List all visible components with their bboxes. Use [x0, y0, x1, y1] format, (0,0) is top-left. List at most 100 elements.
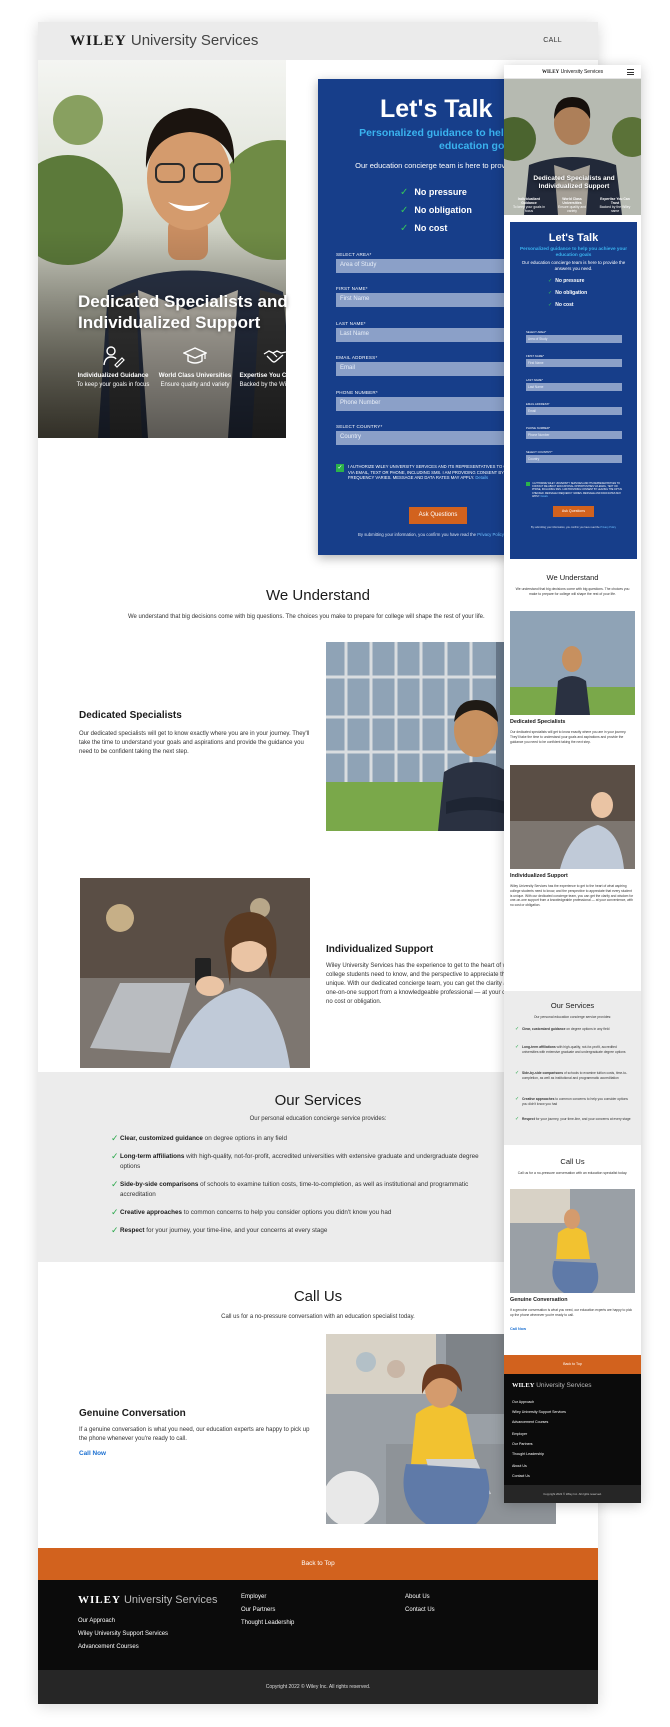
call-link[interactable]: CALL — [543, 37, 562, 44]
mobile-phone-input[interactable]: Phone Number — [526, 431, 622, 439]
feature-desc: Ensure quality and variety — [160, 382, 230, 389]
wiley-logo[interactable]: WILEY University Services — [70, 32, 258, 50]
mobile-country-select[interactable]: Country — [526, 455, 622, 463]
mobile-first-name-input[interactable]: First Name — [526, 359, 622, 367]
mobile-call-now-link[interactable]: Call Now — [510, 1327, 526, 1331]
service-item: ✓ Respect for your journey, your time-lin… — [111, 1225, 490, 1236]
footer-logo[interactable]: WILEY University Services — [78, 1594, 218, 1606]
footer-link[interactable]: About Us — [512, 1464, 527, 1468]
mobile-wiley-logo[interactable]: WILEY University Services — [542, 69, 603, 75]
field-label: FIRST NAME* — [336, 286, 368, 291]
field-label: PHONE NUMBER* — [336, 390, 378, 395]
mobile-we-understand-title: We Understand — [546, 573, 599, 582]
mobile-support-body: Wiley University Services has the experi… — [510, 884, 634, 908]
check-item: ✓ No obligation — [400, 205, 472, 216]
feature-world-class-universities: World Class Universities Ensure quality … — [158, 344, 232, 390]
footer-link[interactable]: Advancement Courses — [512, 1420, 548, 1424]
mobile-footer-logo[interactable]: WILEY University Services — [512, 1382, 591, 1389]
feature-title: Expertise You Can Trust — [239, 372, 311, 379]
service-item: ✓ Clear, customized guidance on degree op… — [111, 1133, 490, 1144]
footer-link[interactable]: Advancement Courses — [78, 1644, 139, 1650]
footer-link[interactable]: Our Partners — [512, 1442, 533, 1446]
service-item: ✓ Side-by-side comparisons of schools to … — [515, 1070, 628, 1080]
footer-link[interactable]: Wiley University Support Services — [78, 1631, 168, 1637]
mobile-specialists-title: Dedicated Specialists — [510, 719, 566, 725]
footer-link[interactable]: Contact Us — [405, 1607, 435, 1613]
mobile-call-us-title: Call Us — [560, 1157, 585, 1166]
check-icon: ✓ — [548, 302, 553, 308]
graduation-cap-icon — [183, 347, 207, 364]
field-label: LAST NAME* — [526, 378, 543, 382]
field-label: SELECT COUNTRY* — [526, 450, 553, 454]
mobile-form-subtitle: Personalized guidance to help you achiev… — [519, 246, 628, 257]
field-label: LAST NAME* — [336, 321, 366, 326]
consent-checkbox[interactable]: ✓ — [336, 464, 344, 472]
genuine-conversation-body: If a genuine conversation is what you ne… — [79, 1427, 310, 1442]
mobile-call-photo — [510, 1189, 635, 1293]
mobile-services-section: Our Services Our personal education conc… — [504, 991, 641, 1145]
feature-expertise-you-can-trust: Expertise You Can Trust Backed by the Wi… — [238, 344, 312, 390]
mobile-specialists-body: Our dedicated specialists will get to kn… — [510, 730, 627, 744]
mobile-back-to-top-button[interactable]: Back to Top — [504, 1355, 641, 1374]
mobile-feature: Individualized Guidance To keep your goal… — [512, 197, 546, 214]
check-icon: ✓ — [111, 1133, 119, 1143]
footer-link[interactable]: Thought Leadership — [512, 1452, 544, 1456]
field-label: FIRST NAME* — [526, 354, 544, 358]
check-icon: ✓ — [111, 1151, 119, 1161]
field-label: SELECT AREA* — [526, 330, 547, 334]
service-item: ✓ Long-term affiliations with high-qualit… — [515, 1044, 626, 1054]
field-label: SELECT AREA* — [336, 252, 372, 257]
hero-title: Dedicated Specialists and Individualized… — [78, 292, 288, 332]
mobile-lets-talk-form: Let's Talk Personalized guidance to help… — [510, 222, 637, 559]
footer-link[interactable]: About Us — [405, 1594, 430, 1600]
mobile-form-intro: Our education concierge team is here to … — [521, 260, 626, 271]
mobile-genuine-conversation-title: Genuine Conversation — [510, 1297, 568, 1303]
mobile-specialist-photo — [510, 611, 635, 715]
call-now-link[interactable]: Call Now — [79, 1450, 106, 1457]
back-to-top-button[interactable]: Back to Top — [38, 1548, 598, 1580]
service-item: ✓ Creative approaches to common concerns … — [515, 1096, 628, 1106]
footer-link[interactable]: Thought Leadership — [241, 1620, 294, 1626]
mobile-services-subtitle: Our personal education concierge service… — [533, 1015, 612, 1019]
hamburger-menu-icon[interactable] — [627, 69, 634, 75]
field-label: EMAIL ADDRESS* — [336, 355, 378, 360]
mobile-hero: Dedicated Specialists and Individualized… — [504, 79, 641, 215]
check-icon: ✓ — [400, 187, 409, 198]
field-label: SELECT COUNTRY* — [336, 424, 383, 429]
footer-link[interactable]: Our Approach — [78, 1618, 115, 1624]
site-header: WILEY University Services CALL — [38, 22, 598, 60]
mobile-details-link[interactable]: Details — [541, 495, 548, 498]
footer-link[interactable]: Contact Us — [512, 1474, 530, 1478]
mobile-genuine-conversation-body: If a genuine conversation is what you ne… — [510, 1308, 633, 1317]
mobile-area-select[interactable]: Area of Study — [526, 335, 622, 343]
footer-link[interactable]: Wiley University Support Services — [512, 1410, 566, 1414]
mobile-email-input[interactable]: Email — [526, 407, 622, 415]
privacy-policy-link[interactable]: Privacy Policy — [477, 532, 504, 537]
mobile-last-name-input[interactable]: Last Name — [526, 383, 622, 391]
mobile-page: WILEY University Services Dedicated Spec… — [504, 65, 641, 1503]
check-icon: ✓ — [111, 1179, 119, 1189]
service-item: ✓ Clear, customized guidance on degree op… — [515, 1026, 610, 1032]
field-label: PHONE NUMBER* — [526, 426, 550, 430]
support-photo — [80, 878, 310, 1068]
mobile-footer: WILEY University Services Our Approach W… — [504, 1374, 641, 1494]
footer-link[interactable]: Employer — [241, 1594, 266, 1600]
footer-link[interactable]: Employer — [512, 1432, 527, 1436]
check-item: ✓ No pressure — [400, 187, 467, 198]
support-title: Individualized Support — [326, 944, 434, 955]
feature-individualized-guidance: Individualized Guidance To keep your goa… — [76, 344, 150, 390]
mobile-privacy-policy-link[interactable]: Privacy Policy — [600, 526, 616, 529]
ask-questions-button[interactable]: Ask Questions — [409, 507, 467, 524]
footer-link[interactable]: Our Partners — [241, 1607, 275, 1613]
mobile-consent-checkbox[interactable] — [526, 482, 530, 486]
footer-link[interactable]: Our Approach — [512, 1400, 534, 1404]
mobile-feature: World Class Universities Ensure quality a… — [557, 197, 587, 214]
mobile-feature: Expertise You Can Trust Backed by the Wil… — [599, 197, 631, 214]
mobile-ask-questions-button[interactable]: Ask Questions — [553, 506, 594, 517]
mobile-call-us-subtitle: Call us for a no-pressure conversation w… — [517, 1171, 628, 1175]
details-link[interactable]: Details — [475, 475, 488, 480]
feature-desc: Backed by the Wiley name — [239, 382, 311, 389]
mobile-form-title: Let's Talk — [548, 232, 599, 244]
check-icon: ✓ — [400, 223, 409, 234]
feature-desc: To keep your goals in focus — [76, 382, 150, 389]
